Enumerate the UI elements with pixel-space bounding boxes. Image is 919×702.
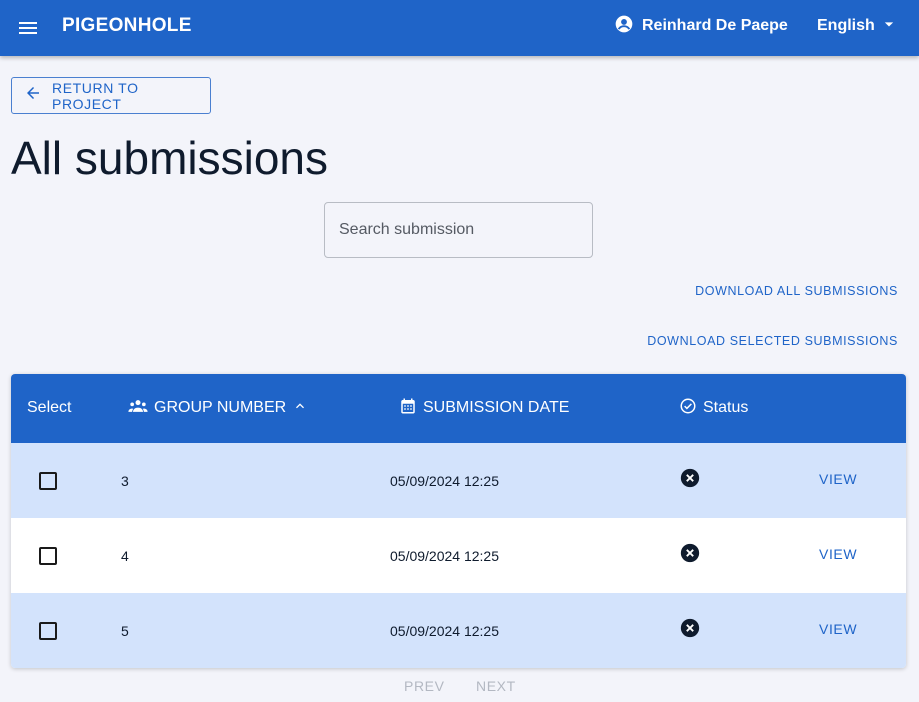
- header-select-label: Select: [27, 399, 72, 416]
- submission-date-cell: 05/09/2024 12:25: [390, 623, 499, 639]
- table-header: Select GROUP NUMBER SUBMISSION DATE Stat…: [11, 374, 906, 443]
- submission-date-cell: 05/09/2024 12:25: [390, 473, 499, 489]
- row-checkbox[interactable]: [39, 547, 57, 565]
- user-menu[interactable]: Reinhard De Paepe: [614, 14, 788, 38]
- submissions-table: Select GROUP NUMBER SUBMISSION DATE Stat…: [11, 374, 906, 668]
- account-circle-icon: [614, 14, 634, 39]
- header-submission-date: SUBMISSION DATE: [399, 398, 569, 418]
- language-label: English: [817, 17, 875, 34]
- view-button[interactable]: VIEW: [819, 471, 857, 487]
- header-status: Status: [679, 398, 748, 418]
- prev-button[interactable]: PREV: [404, 678, 445, 694]
- group-number-cell: 3: [121, 473, 129, 489]
- search-input[interactable]: [324, 202, 593, 258]
- pagination: PREV NEXT: [0, 676, 919, 696]
- return-to-project-button[interactable]: RETURN TO PROJECT: [11, 77, 211, 114]
- app-title[interactable]: PIGEONHOLE: [62, 14, 192, 38]
- page-title: All submissions: [11, 132, 328, 184]
- cancel-icon: [679, 542, 701, 564]
- table-row: 4 05/09/2024 12:25 VIEW: [11, 518, 906, 593]
- dropdown-arrow-icon: [879, 14, 899, 39]
- view-button[interactable]: VIEW: [819, 546, 857, 562]
- header-submission-date-label: SUBMISSION DATE: [423, 399, 570, 416]
- groups-icon: [128, 398, 148, 419]
- calendar-icon: [399, 397, 417, 420]
- header-group-number[interactable]: GROUP NUMBER: [128, 398, 308, 418]
- cancel-icon: [679, 617, 701, 639]
- group-number-cell: 5: [121, 623, 129, 639]
- download-all-button[interactable]: DOWNLOAD ALL SUBMISSIONS: [695, 284, 898, 298]
- header-status-label: Status: [703, 399, 749, 416]
- check-circle-icon: [679, 397, 697, 420]
- menu-icon[interactable]: [16, 16, 40, 40]
- view-button[interactable]: VIEW: [819, 621, 857, 637]
- submission-date-cell: 05/09/2024 12:25: [390, 548, 499, 564]
- row-checkbox[interactable]: [39, 622, 57, 640]
- next-button[interactable]: NEXT: [476, 678, 516, 694]
- header-select: Select: [27, 398, 71, 418]
- arrow-back-icon: [24, 84, 42, 107]
- user-name: Reinhard De Paepe: [642, 17, 788, 34]
- language-selector[interactable]: English: [817, 14, 899, 38]
- table-row: 5 05/09/2024 12:25 VIEW: [11, 593, 906, 668]
- row-checkbox[interactable]: [39, 472, 57, 490]
- app-bar: PIGEONHOLE Reinhard De Paepe English: [0, 0, 919, 56]
- cancel-icon: [679, 467, 701, 489]
- return-to-project-label: RETURN TO PROJECT: [52, 79, 139, 112]
- group-number-cell: 4: [121, 548, 129, 564]
- header-group-number-label: GROUP NUMBER: [154, 399, 287, 416]
- table-row: 3 05/09/2024 12:25 VIEW: [11, 443, 906, 518]
- sort-ascending-icon[interactable]: [292, 398, 308, 419]
- download-selected-button[interactable]: DOWNLOAD SELECTED SUBMISSIONS: [647, 334, 898, 348]
